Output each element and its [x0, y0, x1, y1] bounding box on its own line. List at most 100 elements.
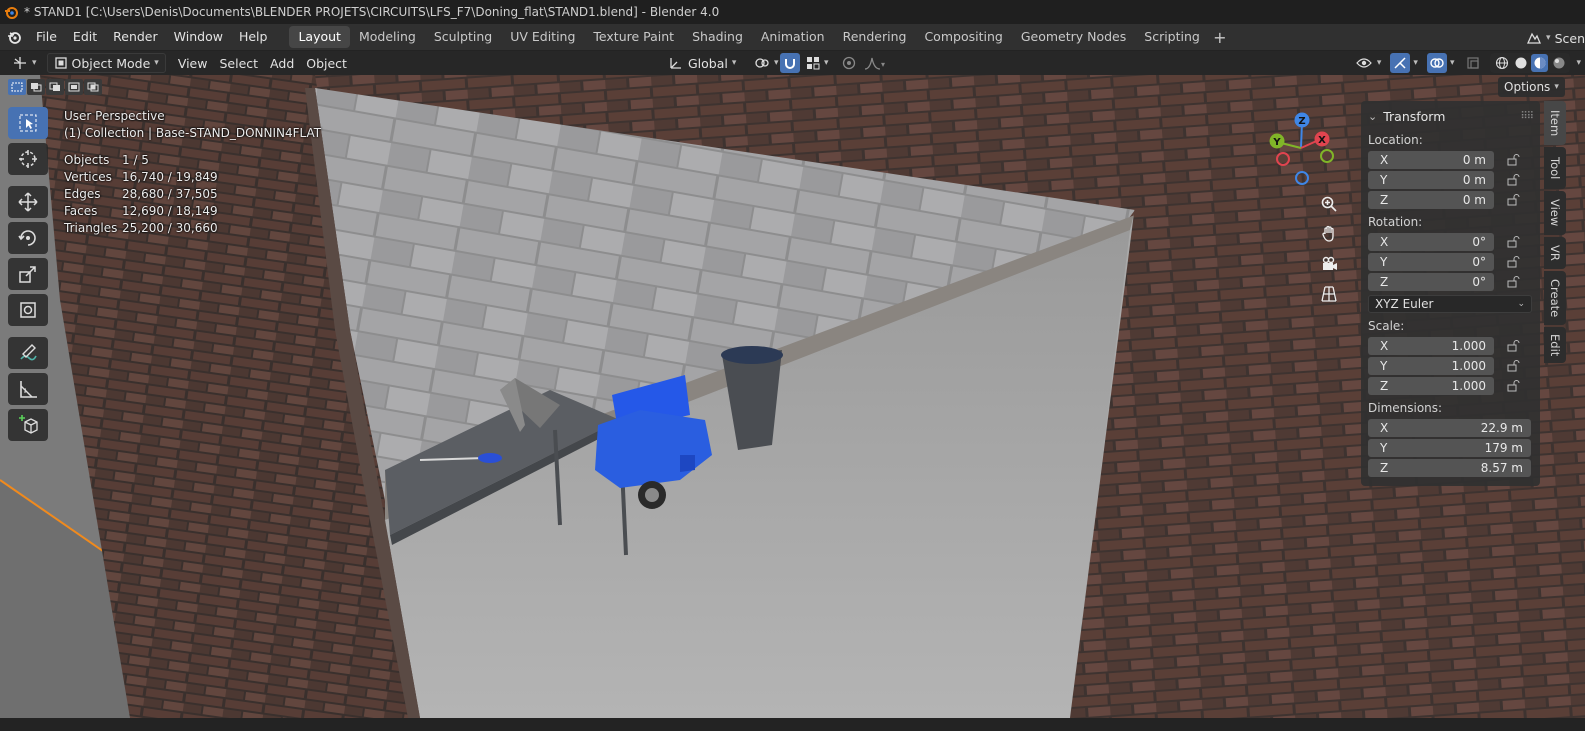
select-invert-icon[interactable] — [65, 79, 83, 95]
overlays-toggle-icon[interactable] — [1426, 53, 1447, 73]
dimensions-y-field[interactable]: Y 179 m — [1368, 438, 1531, 457]
visibility-eye-icon[interactable] — [1354, 53, 1374, 73]
scale-y-field[interactable]: Y 1.000 — [1368, 356, 1494, 375]
select-subtract-icon[interactable] — [46, 79, 64, 95]
stat-value: 12,690 / 18,149 — [122, 204, 218, 218]
tab-edit[interactable]: Edit — [1544, 327, 1566, 363]
viewport-header-right: ▾ ▾ ▾ ▾ — [1354, 53, 1581, 73]
lock-icon[interactable] — [1503, 193, 1523, 206]
axis-label: Z — [1380, 378, 1389, 393]
rendered-shading-icon[interactable] — [1550, 54, 1567, 72]
editor-type-button[interactable]: ▾ — [6, 53, 43, 73]
lock-icon[interactable] — [1503, 275, 1523, 288]
scale-x-field[interactable]: X 1.000 — [1368, 336, 1494, 355]
chevron-down-icon[interactable]: ▾ — [1576, 58, 1581, 68]
transform-title: Transform — [1383, 108, 1446, 124]
lock-icon[interactable] — [1503, 359, 1523, 372]
measure-tool-icon[interactable] — [8, 373, 48, 405]
options-dropdown[interactable]: Options ▾ — [1498, 77, 1565, 97]
tab-item[interactable]: Item — [1544, 101, 1566, 145]
scene-selector[interactable]: ▾ Scen — [1526, 27, 1585, 49]
menu-render[interactable]: Render — [105, 26, 166, 48]
menu-file[interactable]: File — [28, 26, 65, 48]
wireframe-shading-icon[interactable] — [1493, 54, 1510, 72]
tab-sculpting[interactable]: Sculpting — [425, 26, 501, 48]
rotation-mode-dropdown[interactable]: XYZ Euler ⌄ — [1368, 295, 1532, 313]
tab-view[interactable]: View — [1544, 191, 1566, 235]
cursor-tool-icon[interactable] — [8, 143, 48, 175]
menu-help[interactable]: Help — [231, 26, 276, 48]
annotate-tool-icon[interactable] — [8, 337, 48, 369]
chevron-down-icon[interactable]: ▾ — [1413, 58, 1418, 68]
menu-window[interactable]: Window — [166, 26, 231, 48]
location-x-field[interactable]: X 0 m — [1368, 150, 1494, 169]
orthographic-toggle-icon[interactable] — [1317, 283, 1341, 304]
tab-vr[interactable]: VR — [1544, 237, 1566, 269]
dimensions-z-field[interactable]: Z 8.57 m — [1368, 458, 1531, 477]
material-preview-shading-icon[interactable] — [1531, 54, 1549, 72]
tab-compositing[interactable]: Compositing — [915, 26, 1011, 48]
tab-uv-editing[interactable]: UV Editing — [501, 26, 584, 48]
menu-edit[interactable]: Edit — [65, 26, 105, 48]
move-tool-icon[interactable] — [8, 186, 48, 218]
rotation-y-field[interactable]: Y 0° — [1368, 252, 1494, 271]
gizmo-toggle-icon[interactable] — [1390, 53, 1411, 73]
blender-menu-icon[interactable] — [0, 24, 28, 51]
zoom-icon[interactable] — [1317, 193, 1341, 214]
lock-icon[interactable] — [1503, 379, 1523, 392]
rotation-z-field[interactable]: Z 0° — [1368, 272, 1494, 291]
camera-view-icon[interactable] — [1317, 253, 1341, 274]
transform-panel-header[interactable]: ⌄ Transform ⠿⠿ — [1368, 105, 1534, 127]
transform-tool-icon[interactable] — [8, 294, 48, 326]
gizmo-neg-x[interactable] — [1276, 152, 1290, 166]
menu-object[interactable]: Object — [300, 53, 353, 73]
scale-tool-icon[interactable] — [8, 258, 48, 290]
chevron-down-icon[interactable]: ▾ — [1450, 58, 1455, 68]
lock-icon[interactable] — [1503, 339, 1523, 352]
tab-tool[interactable]: Tool — [1544, 147, 1566, 189]
menu-add[interactable]: Add — [264, 53, 300, 73]
scale-z-field[interactable]: Z 1.000 — [1368, 376, 1494, 395]
lock-icon[interactable] — [1503, 255, 1523, 268]
tab-rendering[interactable]: Rendering — [834, 26, 916, 48]
select-intersect-icon[interactable] — [84, 79, 102, 95]
tab-shading[interactable]: Shading — [683, 26, 752, 48]
solid-shading-icon[interactable] — [1512, 54, 1529, 72]
tab-geometry-nodes[interactable]: Geometry Nodes — [1012, 26, 1135, 48]
rotate-tool-icon[interactable] — [8, 222, 48, 254]
navigation-gizmo[interactable]: Z X Y — [1268, 108, 1340, 188]
gizmo-neg-y[interactable] — [1320, 149, 1334, 163]
lock-icon[interactable] — [1503, 153, 1523, 166]
chevron-down-icon[interactable]: ▾ — [1377, 58, 1382, 68]
tab-layout[interactable]: Layout — [289, 26, 350, 48]
select-new-icon[interactable] — [8, 79, 26, 95]
falloff-curve-icon[interactable]: ▾ — [858, 53, 892, 73]
tab-create[interactable]: Create — [1544, 271, 1566, 325]
add-workspace-icon[interactable]: + — [1209, 28, 1231, 47]
menu-view[interactable]: View — [172, 53, 214, 73]
tab-texture-paint[interactable]: Texture Paint — [584, 26, 683, 48]
lock-icon[interactable] — [1503, 235, 1523, 248]
drag-handle-icon[interactable]: ⠿⠿ — [1520, 111, 1534, 122]
tab-animation[interactable]: Animation — [752, 26, 834, 48]
pan-hand-icon[interactable] — [1317, 223, 1341, 244]
location-z-field[interactable]: Z 0 m — [1368, 190, 1494, 209]
menu-select[interactable]: Select — [213, 53, 264, 73]
snap-toggle-icon[interactable] — [780, 53, 800, 73]
gizmo-neg-z[interactable] — [1295, 171, 1309, 185]
location-y-field[interactable]: Y 0 m — [1368, 170, 1494, 189]
transform-orientation-dropdown[interactable]: Global ▾ — [662, 53, 742, 73]
rotation-x-field[interactable]: X 0° — [1368, 232, 1494, 251]
mode-dropdown[interactable]: Object Mode ▾ — [46, 53, 166, 73]
xray-toggle-icon[interactable] — [1463, 53, 1483, 73]
lock-icon[interactable] — [1503, 173, 1523, 186]
tab-scripting[interactable]: Scripting — [1135, 26, 1209, 48]
select-box-tool-icon[interactable] — [8, 107, 48, 139]
stat-value: 25,200 / 30,660 — [122, 221, 218, 235]
select-extend-icon[interactable] — [27, 79, 45, 95]
snap-target-dropdown[interactable]: ▾ — [800, 53, 835, 73]
add-cube-tool-icon[interactable] — [8, 409, 48, 441]
tab-modeling[interactable]: Modeling — [350, 26, 425, 48]
dimensions-x-field[interactable]: X 22.9 m — [1368, 418, 1531, 437]
window-title: * STAND1 [C:\Users\Denis\Documents\BLEND… — [24, 5, 720, 19]
